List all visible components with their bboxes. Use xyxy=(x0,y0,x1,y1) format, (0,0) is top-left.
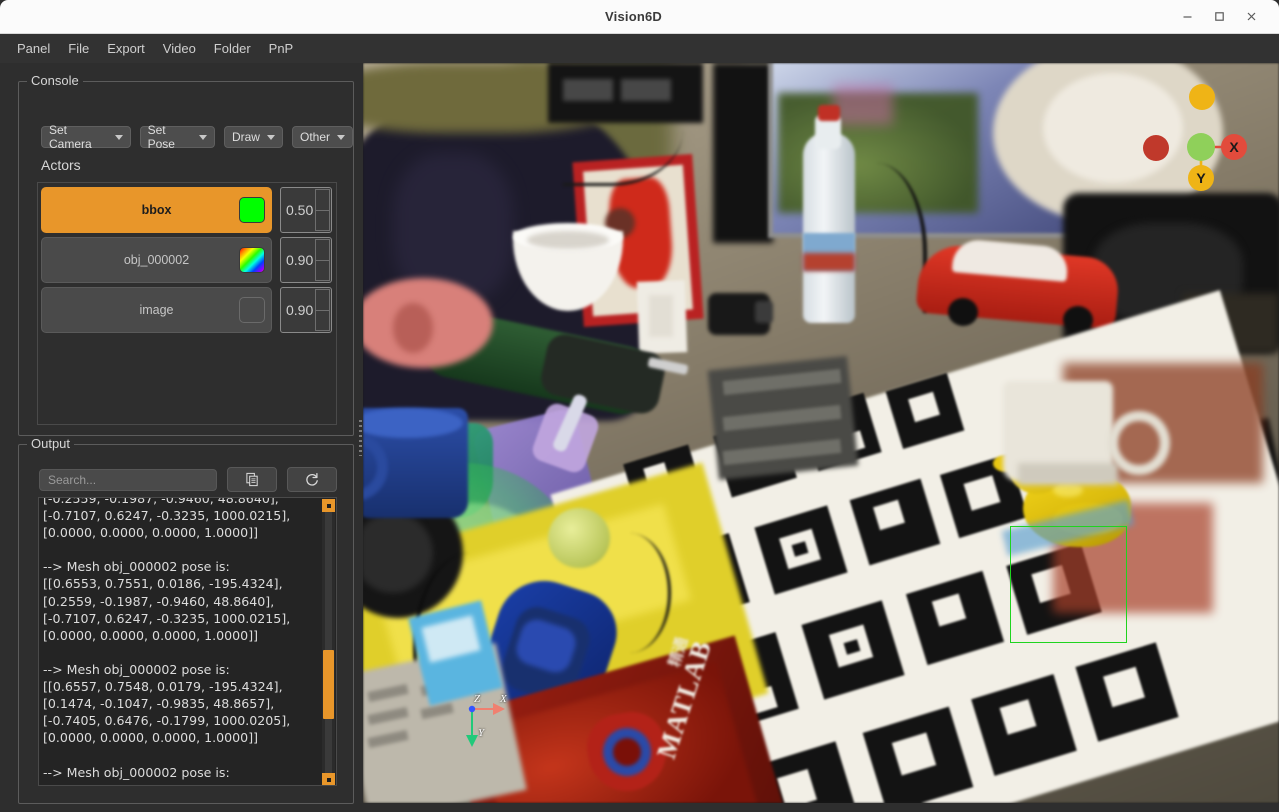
axis-ball-x[interactable]: X xyxy=(1221,134,1247,160)
actor-button-bbox[interactable]: bbox xyxy=(41,187,272,233)
actor-label: image xyxy=(139,303,173,317)
menu-item-export[interactable]: Export xyxy=(98,37,154,60)
stepper-down-icon[interactable] xyxy=(315,310,330,332)
opacity-spinbox-bbox[interactable]: 0.50 xyxy=(280,187,332,233)
draw-dropdown[interactable]: Draw xyxy=(224,126,283,148)
opacity-value: 0.90 xyxy=(281,252,313,268)
coordinate-triad: X Y Z xyxy=(448,687,518,757)
actor-button-obj-000002[interactable]: obj_000002 xyxy=(41,237,272,283)
axis-orientation-widget[interactable]: X Y xyxy=(1137,81,1257,201)
close-button[interactable] xyxy=(1235,3,1267,31)
axis-ball-center[interactable] xyxy=(1187,133,1215,161)
stepper-up-icon[interactable] xyxy=(315,189,330,210)
spinbox-steppers xyxy=(315,289,330,331)
opacity-spinbox-image[interactable]: 0.90 xyxy=(280,287,332,333)
other-label: Other xyxy=(300,130,330,144)
stepper-down-icon[interactable] xyxy=(315,260,330,282)
refresh-button[interactable] xyxy=(287,467,337,492)
refresh-icon xyxy=(304,472,320,488)
chevron-down-icon xyxy=(115,135,123,140)
axis-y-label: Y xyxy=(1196,170,1205,186)
actors-section-label: Actors xyxy=(41,157,81,173)
actors-list-panel: bbox 0.50 obj_0000 xyxy=(37,182,337,425)
menu-item-file[interactable]: File xyxy=(59,37,98,60)
actor-label: bbox xyxy=(142,203,172,217)
actors-rows: bbox 0.50 obj_0000 xyxy=(41,187,332,333)
menu-bar: Panel File Export Video Folder PnP xyxy=(0,34,1279,63)
actor-label: obj_000002 xyxy=(124,253,189,267)
spinbox-steppers xyxy=(315,239,330,281)
triad-y-label: Y xyxy=(478,727,484,739)
stepper-down-icon[interactable] xyxy=(315,210,330,232)
actor-button-image[interactable]: image xyxy=(41,287,272,333)
3d-viewport[interactable]: MATLAB 精通 xyxy=(363,63,1279,812)
menu-item-pnp[interactable]: PnP xyxy=(260,37,303,60)
opacity-value: 0.50 xyxy=(281,202,313,218)
application-window: Vision6D Panel File Export Video Folder … xyxy=(0,0,1279,812)
menu-item-panel[interactable]: Panel xyxy=(8,37,59,60)
actor-row-image: image 0.90 xyxy=(41,287,332,333)
viewport-bottom-bar xyxy=(363,803,1279,812)
color-swatch-image[interactable] xyxy=(239,297,265,323)
search-input[interactable] xyxy=(39,469,217,491)
chevron-down-icon xyxy=(337,135,345,140)
axis-ball-inactive-x xyxy=(1143,135,1169,161)
set-pose-dropdown[interactable]: Set Pose xyxy=(140,126,215,148)
color-swatch-obj-000002[interactable] xyxy=(239,247,265,273)
draw-label: Draw xyxy=(232,130,260,144)
opacity-value: 0.90 xyxy=(281,302,313,318)
color-swatch-bbox[interactable] xyxy=(239,197,265,223)
scroll-down-arrow-icon[interactable] xyxy=(322,773,335,786)
set-camera-label: Set Camera xyxy=(49,123,108,151)
output-log-area[interactable]: [-0.2559, -0.1987, -0.9460, 48.8640], [-… xyxy=(38,497,337,786)
stepper-up-icon[interactable] xyxy=(315,289,330,310)
console-group-title: Console xyxy=(27,73,83,89)
console-dropdown-row: Set Camera Set Pose Draw Other xyxy=(41,126,353,148)
other-dropdown[interactable]: Other xyxy=(292,126,353,148)
scrollbar-track[interactable] xyxy=(325,512,332,773)
menu-item-folder[interactable]: Folder xyxy=(205,37,260,60)
output-group: Output xyxy=(18,444,354,804)
copy-button[interactable] xyxy=(227,467,277,492)
chevron-down-icon xyxy=(267,135,275,140)
set-camera-dropdown[interactable]: Set Camera xyxy=(41,126,131,148)
scrollbar-thumb[interactable] xyxy=(323,650,334,719)
left-dock-panel: Console Set Camera Set Pose Draw Other xyxy=(0,63,360,812)
window-controls xyxy=(1171,3,1279,31)
output-group-title: Output xyxy=(27,436,74,452)
window-title: Vision6D xyxy=(0,9,1171,24)
maximize-button[interactable] xyxy=(1203,3,1235,31)
opacity-spinbox-obj-000002[interactable]: 0.90 xyxy=(280,237,332,283)
triad-z-label: Z xyxy=(474,693,480,705)
bbox-overlay[interactable] xyxy=(1010,526,1127,643)
output-toolbar xyxy=(39,467,337,492)
actor-row-obj-000002: obj_000002 0.90 xyxy=(41,237,332,283)
spinbox-steppers xyxy=(315,189,330,231)
output-log-text: [-0.2559, -0.1987, -0.9460, 48.8640], [-… xyxy=(43,497,323,781)
scroll-up-arrow-icon[interactable] xyxy=(322,499,335,512)
splitter-grip-icon xyxy=(359,420,362,456)
axis-ball-inactive-y xyxy=(1189,84,1215,110)
triad-x-label: X xyxy=(500,693,507,705)
set-pose-label: Set Pose xyxy=(148,123,192,151)
actor-row-bbox: bbox 0.50 xyxy=(41,187,332,233)
output-scrollbar[interactable] xyxy=(322,499,335,786)
chevron-down-icon xyxy=(199,135,207,140)
axis-ball-y[interactable]: Y xyxy=(1188,165,1214,191)
stepper-up-icon[interactable] xyxy=(315,239,330,260)
console-group: Console Set Camera Set Pose Draw Other xyxy=(18,81,354,436)
menu-item-video[interactable]: Video xyxy=(154,37,205,60)
title-bar: Vision6D xyxy=(0,0,1279,34)
minimize-button[interactable] xyxy=(1171,3,1203,31)
axis-x-label: X xyxy=(1229,139,1238,155)
copy-icon xyxy=(245,472,260,487)
